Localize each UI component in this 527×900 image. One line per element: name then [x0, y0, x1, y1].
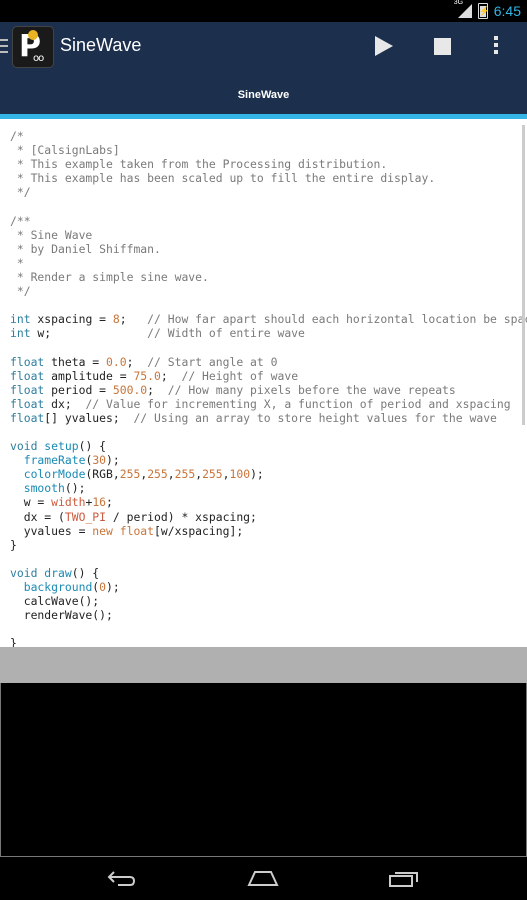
- status-bar: 3G ⚡ 6:45: [0, 0, 527, 22]
- code-line[interactable]: smooth();: [10, 481, 527, 495]
- code-line[interactable]: /*: [10, 129, 527, 143]
- code-line[interactable]: int w; // Width of entire wave: [10, 326, 527, 340]
- code-editor[interactable]: /* * [CalsignLabs] * This example taken …: [0, 119, 527, 647]
- code-line[interactable]: * by Daniel Shiffman.: [10, 242, 527, 256]
- home-icon[interactable]: [246, 869, 280, 887]
- network-type: 3G: [453, 0, 464, 6]
- code-line[interactable]: yvalues = new float[w/xspacing];: [10, 524, 527, 538]
- back-icon[interactable]: [106, 869, 136, 887]
- app-logo-icon[interactable]: Poo: [12, 26, 54, 68]
- code-line[interactable]: float dx; // Value for incrementing X, a…: [10, 397, 527, 411]
- code-line[interactable]: }: [10, 538, 527, 552]
- recent-apps-icon[interactable]: [388, 869, 422, 887]
- code-line[interactable]: [10, 425, 527, 439]
- code-line[interactable]: * This example has been scaled up to fil…: [10, 171, 527, 185]
- menu-icon[interactable]: [0, 39, 8, 57]
- battery-icon: ⚡: [477, 3, 490, 19]
- editor-scrollbar[interactable]: [522, 125, 525, 425]
- code-line[interactable]: }: [10, 636, 527, 647]
- code-line[interactable]: [10, 622, 527, 636]
- app-title: SineWave: [60, 35, 142, 55]
- clock: 6:45: [493, 3, 521, 19]
- status-indicators: 3G ⚡ 6:45: [454, 0, 521, 22]
- console-output: [0, 683, 527, 857]
- play-icon[interactable]: [375, 36, 393, 56]
- code-line[interactable]: background(0);: [10, 580, 527, 594]
- navigation-bar: [0, 857, 527, 900]
- code-line[interactable]: dx = (TWO_PI / period) * xspacing;: [10, 510, 527, 524]
- code-line[interactable]: w = width+16;: [10, 495, 527, 509]
- code-line[interactable]: renderWave();: [10, 608, 527, 622]
- code-line[interactable]: frameRate(30);: [10, 453, 527, 467]
- code-line[interactable]: void draw() {: [10, 566, 527, 580]
- code-line[interactable]: colorMode(RGB,255,255,255,255,100);: [10, 467, 527, 481]
- code-line[interactable]: */: [10, 185, 527, 199]
- code-text[interactable]: /* * [CalsignLabs] * This example taken …: [10, 129, 527, 647]
- code-line[interactable]: [10, 298, 527, 312]
- code-line[interactable]: /**: [10, 214, 527, 228]
- code-line[interactable]: * Sine Wave: [10, 228, 527, 242]
- signal-icon: 3G: [454, 0, 472, 18]
- code-line[interactable]: [10, 340, 527, 354]
- code-line[interactable]: */: [10, 284, 527, 298]
- code-line[interactable]: float period = 500.0; // How many pixels…: [10, 383, 527, 397]
- code-line[interactable]: [10, 199, 527, 213]
- code-line[interactable]: calcWave();: [10, 594, 527, 608]
- code-line[interactable]: [10, 552, 527, 566]
- console-divider[interactable]: [0, 647, 527, 683]
- code-line[interactable]: void setup() {: [10, 439, 527, 453]
- action-bar: Poo SineWave: [0, 22, 527, 72]
- overflow-menu-icon[interactable]: [494, 36, 500, 57]
- code-line[interactable]: * This example taken from the Processing…: [10, 157, 527, 171]
- code-line[interactable]: int xspacing = 8; // How far apart shoul…: [10, 312, 527, 326]
- code-line[interactable]: *: [10, 256, 527, 270]
- stop-icon[interactable]: [434, 38, 451, 55]
- tab-bar: SineWave: [0, 72, 527, 116]
- code-line[interactable]: * Render a simple sine wave.: [10, 270, 527, 284]
- tab-sketch[interactable]: SineWave: [0, 89, 527, 101]
- code-line[interactable]: float[] yvalues; // Using an array to st…: [10, 411, 527, 425]
- code-line[interactable]: float theta = 0.0; // Start angle at 0: [10, 355, 527, 369]
- code-line[interactable]: float amplitude = 75.0; // Height of wav…: [10, 369, 527, 383]
- code-line[interactable]: * [CalsignLabs]: [10, 143, 527, 157]
